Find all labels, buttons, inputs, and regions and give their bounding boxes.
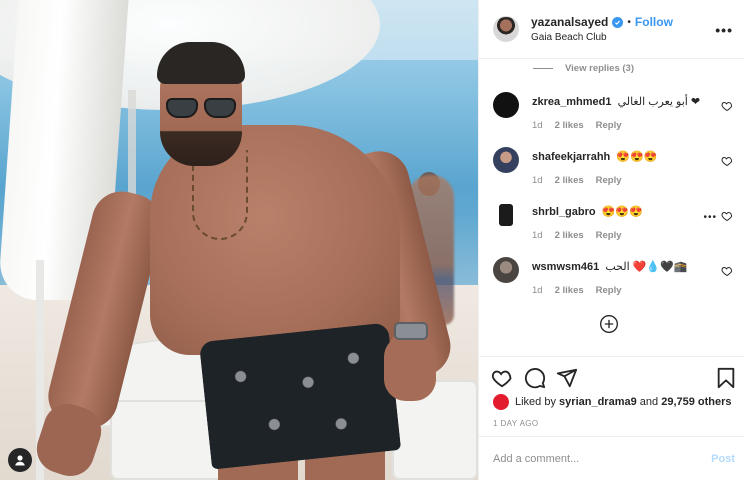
comment-text: 😍😍😍 bbox=[601, 206, 643, 218]
comment-username[interactable]: shrbl_gabro bbox=[532, 206, 596, 218]
tagged-user-icon[interactable] bbox=[8, 448, 32, 472]
comment-age: 1d bbox=[532, 285, 543, 296]
comment-username[interactable]: wsmwsm461 bbox=[532, 261, 599, 273]
verified-badge-icon bbox=[612, 16, 624, 28]
likes-count[interactable]: 29,759 others bbox=[661, 396, 731, 408]
comment-item: shafeekjarrahh 😍😍😍 1d 2 likes Reply bbox=[493, 147, 739, 191]
commenter-avatar[interactable] bbox=[493, 92, 519, 118]
comment-options-icon[interactable]: ••• bbox=[703, 212, 717, 223]
like-comment-heart-icon[interactable] bbox=[721, 210, 733, 222]
comment-username[interactable]: zkrea_mhmed1 bbox=[532, 96, 612, 108]
commenter-avatar[interactable] bbox=[493, 147, 519, 173]
comment-age: 1d bbox=[532, 175, 543, 186]
view-replies-button[interactable]: View replies (3) bbox=[533, 63, 634, 74]
commenter-avatar[interactable] bbox=[493, 202, 519, 228]
post-timestamp[interactable]: 1 DAY AGO bbox=[493, 419, 539, 428]
comment-input[interactable] bbox=[493, 449, 683, 469]
comment-text: الحب ❤️💧🖤🕋 bbox=[605, 261, 688, 273]
wristwatch bbox=[394, 322, 428, 340]
man-right-hand bbox=[384, 335, 436, 401]
reply-button[interactable]: Reply bbox=[596, 175, 622, 186]
follow-button[interactable]: Follow bbox=[635, 15, 673, 29]
post-photo[interactable] bbox=[0, 0, 478, 480]
commenter-avatar[interactable] bbox=[493, 257, 519, 283]
swim-shorts bbox=[198, 322, 402, 470]
post-actions: Liked by syrian_drama9 and 29,759 others… bbox=[479, 356, 744, 428]
comments-list: View replies (3) zkrea_mhmed1 أبو يعرب ا… bbox=[479, 60, 744, 356]
like-comment-heart-icon[interactable] bbox=[721, 265, 733, 277]
reply-button[interactable]: Reply bbox=[596, 230, 622, 241]
share-plane-icon[interactable] bbox=[556, 367, 578, 389]
post-header: yazanalsayed • Follow Gaia Beach Club ••… bbox=[479, 0, 744, 59]
liker-avatar[interactable] bbox=[493, 394, 509, 410]
separator-dot: • bbox=[627, 16, 631, 28]
comment-username[interactable]: shafeekjarrahh bbox=[532, 151, 610, 163]
like-heart-icon[interactable] bbox=[491, 367, 513, 389]
comment-age: 1d bbox=[532, 230, 543, 241]
post-side-panel: yazanalsayed • Follow Gaia Beach Club ••… bbox=[478, 0, 744, 480]
likes-summary: Liked by syrian_drama9 and 29,759 others bbox=[493, 394, 732, 410]
reply-button[interactable]: Reply bbox=[596, 120, 622, 131]
comment-likes[interactable]: 2 likes bbox=[555, 230, 584, 241]
likes-middle: and bbox=[639, 396, 659, 408]
comment-item: wsmwsm461 الحب ❤️💧🖤🕋 1d 2 likes Reply bbox=[493, 257, 739, 301]
author-username[interactable]: yazanalsayed bbox=[531, 15, 608, 29]
comment-likes[interactable]: 2 likes bbox=[555, 120, 584, 131]
comment-bubble-icon[interactable] bbox=[524, 367, 546, 389]
man-hair bbox=[157, 42, 245, 84]
comment-text: 😍😍😍 bbox=[616, 151, 658, 163]
comment-text: أبو يعرب الغالي ❤ bbox=[617, 96, 701, 108]
load-more-comments-icon[interactable] bbox=[599, 314, 619, 334]
reply-button[interactable]: Reply bbox=[596, 285, 622, 296]
view-replies-label: View replies (3) bbox=[565, 63, 634, 74]
comment-age: 1d bbox=[532, 120, 543, 131]
comment-likes[interactable]: 2 likes bbox=[555, 285, 584, 296]
like-comment-heart-icon[interactable] bbox=[721, 100, 733, 112]
comment-item: zkrea_mhmed1 أبو يعرب الغالي ❤ 1d 2 like… bbox=[493, 92, 739, 136]
sunglasses bbox=[166, 98, 238, 120]
post-comment-button[interactable]: Post bbox=[711, 453, 735, 465]
likes-prefix: Liked by bbox=[515, 396, 556, 408]
comment-likes[interactable]: 2 likes bbox=[555, 175, 584, 186]
liker-username[interactable]: syrian_drama9 bbox=[559, 396, 637, 408]
post-location[interactable]: Gaia Beach Club bbox=[531, 32, 673, 43]
add-comment-bar: Post bbox=[479, 436, 744, 480]
author-avatar[interactable] bbox=[493, 16, 519, 42]
replies-divider bbox=[533, 68, 553, 69]
comment-item: shrbl_gabro 😍😍😍 1d 2 likes Reply ••• bbox=[493, 202, 739, 246]
like-comment-heart-icon[interactable] bbox=[721, 155, 733, 167]
bookmark-icon[interactable] bbox=[715, 367, 737, 389]
action-icons-row bbox=[491, 367, 737, 391]
more-options-icon[interactable]: ••• bbox=[715, 22, 733, 38]
